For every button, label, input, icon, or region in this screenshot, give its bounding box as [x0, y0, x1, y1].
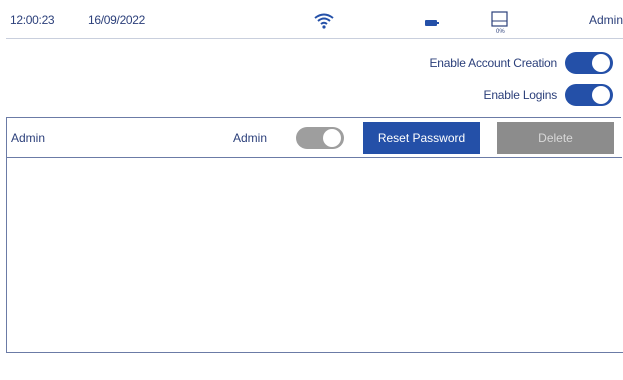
divider: [6, 352, 623, 353]
wifi-icon: [314, 13, 334, 29]
user-role-label: Admin: [233, 131, 268, 145]
logins-toggle[interactable]: [565, 84, 613, 106]
user-name: Admin: [11, 131, 46, 145]
status-bar: 12:00:23 16/09/2022 0% Admin: [6, 4, 623, 39]
toggle-knob: [323, 129, 341, 147]
battery-icon: [425, 20, 439, 26]
status-time: 12:00:23: [10, 13, 55, 27]
toggle-knob: [592, 86, 610, 104]
reset-password-button[interactable]: Reset Password: [363, 122, 480, 154]
account-creation-label: Enable Account Creation: [429, 56, 558, 70]
storage-icon: 0%: [491, 11, 508, 35]
delete-button[interactable]: Delete: [497, 122, 614, 154]
current-user: Admin: [589, 13, 623, 27]
status-date: 16/09/2022: [88, 13, 146, 27]
logins-label: Enable Logins: [483, 88, 558, 102]
storage-percent: 0%: [496, 29, 505, 35]
user-row: Admin Admin Reset Password Delete: [7, 118, 622, 158]
account-creation-toggle[interactable]: [565, 52, 613, 74]
user-list: Admin Admin Reset Password Delete: [6, 117, 622, 353]
toggle-knob: [592, 54, 610, 72]
setting-account-creation: Enable Account Creation: [429, 52, 613, 74]
setting-logins: Enable Logins: [484, 84, 613, 106]
admin-role-toggle[interactable]: [296, 127, 344, 149]
